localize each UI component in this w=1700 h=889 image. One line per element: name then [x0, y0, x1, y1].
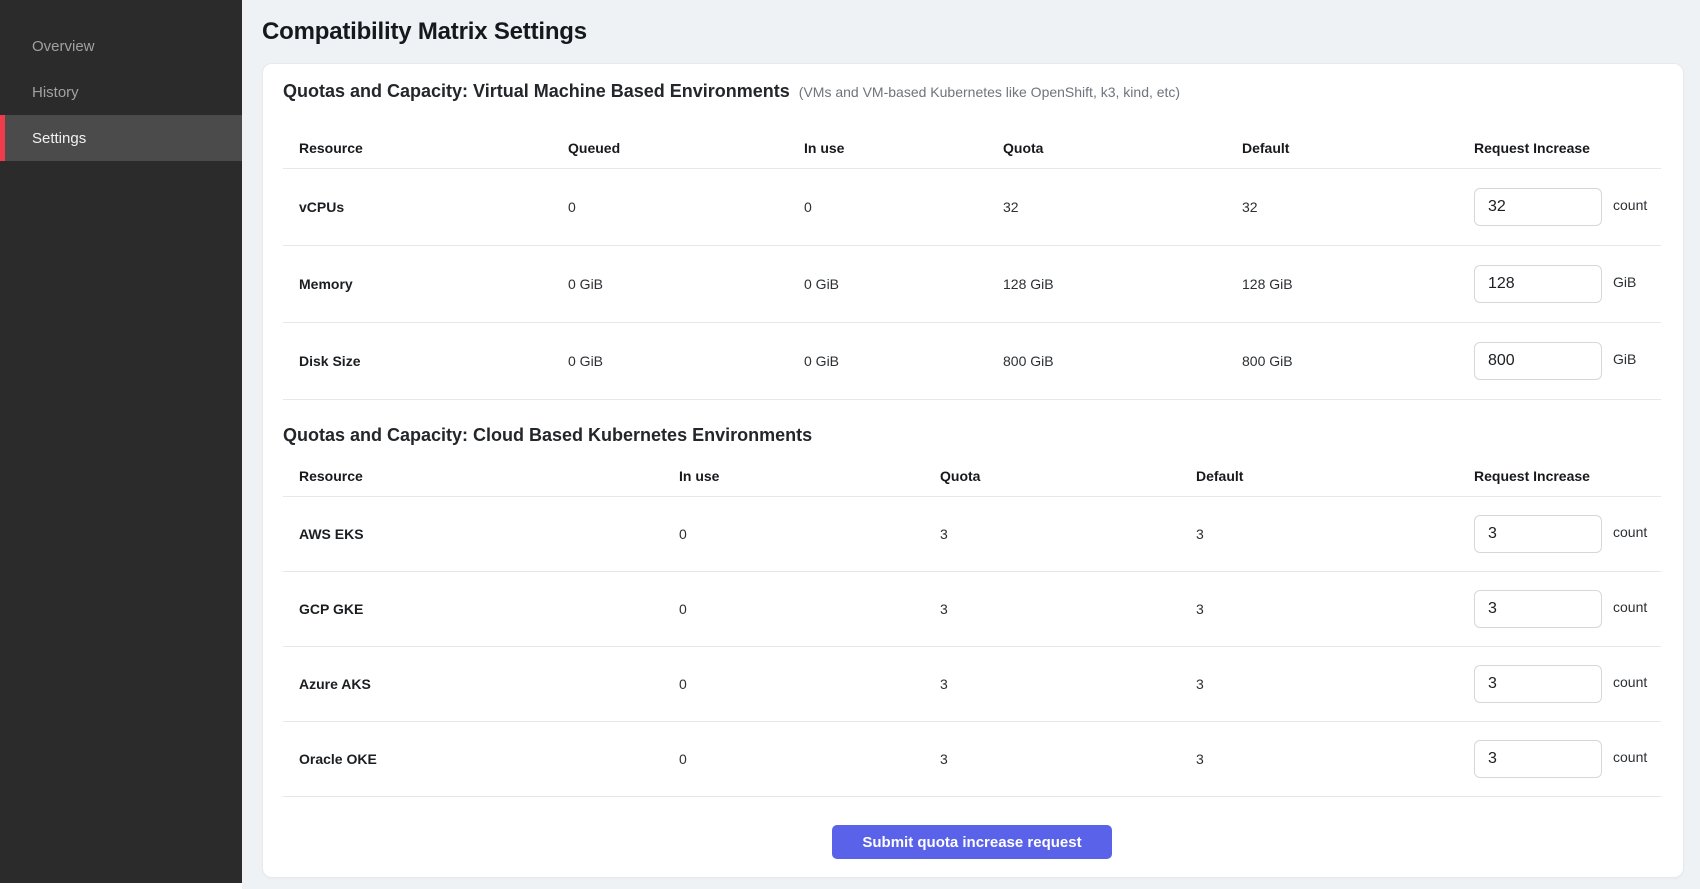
column-header: In use: [804, 140, 1003, 156]
request-increase-input[interactable]: [1474, 740, 1602, 778]
resource-name: Memory: [283, 276, 568, 292]
main-content: Compatibility Matrix Settings Quotas and…: [242, 0, 1700, 889]
unit-label: GiB: [1613, 274, 1636, 290]
unit-label: count: [1613, 749, 1647, 765]
request-increase-input[interactable]: [1474, 188, 1602, 226]
cell-value: 3: [940, 526, 1196, 542]
column-header: Request Increase: [1474, 468, 1661, 484]
unit-label: count: [1613, 197, 1647, 213]
sidebar-item-overview[interactable]: Overview: [0, 23, 242, 69]
cell-value: 0: [679, 751, 940, 767]
column-header: In use: [679, 468, 940, 484]
unit-label: count: [1613, 674, 1647, 690]
section-cloud-quotas: Quotas and Capacity: Cloud Based Kuberne…: [283, 424, 1661, 797]
cell-value: 3: [940, 601, 1196, 617]
unit-label: GiB: [1613, 351, 1636, 367]
request-increase-input[interactable]: [1474, 665, 1602, 703]
cell-value: 128 GiB: [1003, 276, 1242, 292]
table-header-row: ResourceQueuedIn useQuotaDefaultRequest …: [283, 128, 1661, 169]
sidebar-item-settings[interactable]: Settings: [0, 115, 242, 161]
unit-label: count: [1613, 524, 1647, 540]
cell-value: 0 GiB: [804, 276, 1003, 292]
cell-value: 0: [804, 199, 1003, 215]
request-increase-cell: count: [1474, 590, 1661, 628]
column-header: Queued: [568, 140, 804, 156]
page-title: Compatibility Matrix Settings: [262, 18, 1684, 46]
cell-value: 0 GiB: [568, 276, 804, 292]
cell-value: 3: [1196, 751, 1474, 767]
table-row: Azure AKS033count: [283, 647, 1661, 722]
section-heading-row: Quotas and Capacity: Cloud Based Kuberne…: [283, 424, 1661, 446]
table-row: vCPUs003232count: [283, 169, 1661, 246]
section-subtitle: (VMs and VM-based Kubernetes like OpenSh…: [799, 84, 1180, 100]
section-vm-quotas: Quotas and Capacity: Virtual Machine Bas…: [283, 80, 1661, 400]
cloud-quota-table: ResourceIn useQuotaDefaultRequest Increa…: [283, 456, 1661, 797]
sidebar-item-history[interactable]: History: [0, 69, 242, 115]
cell-value: 3: [940, 676, 1196, 692]
table-row: GCP GKE033count: [283, 572, 1661, 647]
cell-value: 3: [1196, 601, 1474, 617]
request-increase-cell: count: [1474, 188, 1661, 226]
column-header: Request Increase: [1474, 140, 1661, 156]
table-row: AWS EKS033count: [283, 497, 1661, 572]
column-header: Quota: [1003, 140, 1242, 156]
resource-name: vCPUs: [283, 199, 568, 215]
section-heading-row: Quotas and Capacity: Virtual Machine Bas…: [283, 80, 1661, 102]
request-increase-cell: GiB: [1474, 265, 1661, 303]
request-increase-cell: GiB: [1474, 342, 1661, 380]
table-row: Memory0 GiB0 GiB128 GiB128 GiBGiB: [283, 246, 1661, 323]
request-increase-cell: count: [1474, 665, 1661, 703]
submit-quota-button[interactable]: Submit quota increase request: [832, 825, 1112, 859]
column-header: Resource: [283, 140, 568, 156]
vm-quota-table: ResourceQueuedIn useQuotaDefaultRequest …: [283, 128, 1661, 400]
resource-name: GCP GKE: [283, 601, 679, 617]
request-increase-input[interactable]: [1474, 265, 1602, 303]
sidebar: OverviewHistorySettings: [0, 0, 242, 883]
resource-name: Disk Size: [283, 353, 568, 369]
resource-name: Azure AKS: [283, 676, 679, 692]
cell-value: 0 GiB: [568, 353, 804, 369]
cell-value: 3: [940, 751, 1196, 767]
request-increase-cell: count: [1474, 740, 1661, 778]
request-increase-cell: count: [1474, 515, 1661, 553]
request-increase-input[interactable]: [1474, 342, 1602, 380]
section-heading: Quotas and Capacity: Virtual Machine Bas…: [283, 80, 790, 102]
cell-value: 0: [679, 676, 940, 692]
cell-value: 0 GiB: [804, 353, 1003, 369]
settings-card: Quotas and Capacity: Virtual Machine Bas…: [262, 63, 1684, 878]
column-header: Quota: [940, 468, 1196, 484]
cell-value: 0: [679, 601, 940, 617]
cell-value: 3: [1196, 676, 1474, 692]
resource-name: AWS EKS: [283, 526, 679, 542]
cell-value: 3: [1196, 526, 1474, 542]
table-row: Disk Size0 GiB0 GiB800 GiB800 GiBGiB: [283, 323, 1661, 400]
column-header: Default: [1242, 140, 1474, 156]
cell-value: 0: [679, 526, 940, 542]
submit-row: Submit quota increase request: [283, 825, 1661, 859]
column-header: Default: [1196, 468, 1474, 484]
cell-value: 800 GiB: [1242, 353, 1474, 369]
app-window: OverviewHistorySettings Compatibility Ma…: [0, 0, 1700, 889]
column-header: Resource: [283, 468, 679, 484]
table-header-row: ResourceIn useQuotaDefaultRequest Increa…: [283, 456, 1661, 497]
cell-value: 800 GiB: [1003, 353, 1242, 369]
unit-label: count: [1613, 599, 1647, 615]
request-increase-input[interactable]: [1474, 515, 1602, 553]
cell-value: 0: [568, 199, 804, 215]
resource-name: Oracle OKE: [283, 751, 679, 767]
cell-value: 32: [1003, 199, 1242, 215]
cell-value: 128 GiB: [1242, 276, 1474, 292]
table-row: Oracle OKE033count: [283, 722, 1661, 797]
cell-value: 32: [1242, 199, 1474, 215]
section-heading: Quotas and Capacity: Cloud Based Kuberne…: [283, 424, 812, 446]
request-increase-input[interactable]: [1474, 590, 1602, 628]
